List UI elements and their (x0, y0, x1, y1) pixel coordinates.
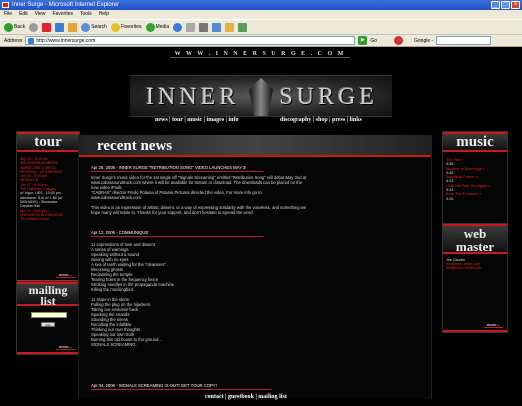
music-list: The Fall » 4:36 Monster in Sonoraga » 3:45 S… (446, 158, 506, 201)
top-nav-right[interactable]: discography | shop | press | links (280, 117, 362, 123)
tour-list: Sep 01 - 9:00 pm - SOUTHERN ALBERTA HARDCO… (20, 157, 76, 221)
address-value: http://www.innersurge.com (36, 38, 96, 44)
music-item: 3:26 (446, 196, 454, 201)
search-label: Search (91, 24, 107, 30)
news-post-2-body: 11 expressions of love and dissent A seri… (91, 242, 421, 347)
news-section: recent news Apr 28, 2006 - INNER SURGE "… (78, 135, 432, 399)
tour-panel: tour Sep 01 - 9:00 pm - SOUTHERN ALBERTA H… (16, 131, 80, 283)
bottom-nav[interactable]: contact | guestbook | mailing list (205, 394, 287, 400)
go-label[interactable]: Go (370, 38, 377, 44)
maximize-button[interactable]: □ (501, 1, 510, 9)
minimize-button[interactable]: _ (491, 1, 500, 9)
forward-arrow-icon[interactable] (29, 22, 39, 32)
refresh-icon[interactable] (55, 22, 65, 32)
menu-favorites[interactable]: Favorites (52, 10, 73, 19)
news-heading: recent news (79, 135, 431, 157)
edit-icon[interactable] (212, 22, 222, 32)
tour-heading: tour (17, 132, 79, 152)
mailing-list-panel: mailing list Join more... (16, 281, 80, 355)
news-line: SIGNALS SCREAMING. (91, 342, 137, 347)
search-icon (81, 22, 91, 32)
close-button[interactable]: × (511, 1, 520, 9)
mailing-heading: mailing list (17, 282, 79, 308)
menu-tools[interactable]: Tools (80, 10, 92, 19)
messenger-icon[interactable] (238, 22, 248, 32)
news-post-2-title[interactable]: Apr 12, 2006 - COMMUNIQUE: (91, 230, 263, 237)
menu-help[interactable]: Help (99, 10, 109, 19)
webmaster-panel: web master Joe Gaudet joe@inner-thrive.c… (442, 223, 508, 333)
back-arrow-icon (4, 22, 13, 32)
news-post-3-title[interactable]: Apr 04, 2006 - SIGNALS SCREAMING IS OUT!… (91, 383, 271, 390)
mailing-footer: more... (17, 344, 79, 354)
media-label: Media (155, 24, 170, 30)
menu-edit[interactable]: Edit (19, 10, 28, 19)
ie-window-icon (2, 2, 9, 8)
favorites-button[interactable]: Favorites (110, 22, 142, 32)
google-label: Google - (414, 37, 434, 44)
toolbar: Back Search Favorites Media (0, 19, 522, 34)
mail-icon[interactable] (186, 22, 196, 32)
address-bar: Address http://www.innersurge.com ▶ Go G… (0, 34, 522, 47)
tour-more-button[interactable]: more... (55, 272, 75, 278)
logo-inner: INNER (146, 84, 240, 110)
home-icon[interactable] (68, 22, 78, 32)
back-button[interactable]: Back (4, 22, 26, 32)
menu-view[interactable]: View (35, 10, 46, 19)
tour-item[interactable]: The Marble Room (20, 217, 76, 221)
logo-emblem-icon (249, 78, 273, 116)
address-input[interactable]: http://www.innersurge.com (25, 36, 356, 45)
music-heading: music (443, 132, 507, 152)
folder-icon[interactable] (225, 22, 235, 32)
go-arrow-icon[interactable]: ▶ (358, 36, 368, 45)
webmaster-email-2[interactable]: info@inner-thrive.com (446, 266, 481, 270)
search-button[interactable]: Search (81, 22, 107, 32)
print-icon[interactable] (199, 22, 209, 32)
google-search-input[interactable] (436, 36, 492, 45)
page-icon (28, 38, 35, 44)
page-content: W W W . I N N E R S U R G E . C O M INNE… (0, 47, 522, 406)
window-title: Inner Surge - Microsoft Internet Explore… (12, 2, 120, 8)
webmaster-contact: Joe Gaudet joe@inner-thrive.com info@inn… (446, 258, 481, 271)
media-icon (145, 22, 155, 32)
links-icon[interactable] (394, 36, 404, 45)
window-title-bar: Inner Surge - Microsoft Internet Explore… (0, 0, 522, 10)
history-icon[interactable] (173, 22, 183, 32)
news-post-1-title[interactable]: Apr 28, 2006 - INNER SURGE "RETRIBUTION … (91, 165, 263, 172)
menu-bar: File Edit View Favorites Tools Help (0, 10, 522, 19)
news-post-1-body: Inner Surge's music video for the 1st si… (91, 175, 421, 215)
address-label: Address (4, 37, 23, 44)
news-line: hope many will relate to. Thanks for you… (91, 210, 254, 215)
back-label: Back (14, 24, 26, 30)
logo-surge: SURGE (279, 84, 378, 110)
favorites-star-icon (110, 22, 120, 32)
mailing-email-input[interactable] (31, 312, 67, 318)
webmaster-more-button[interactable]: more... (483, 322, 503, 328)
media-button[interactable]: Media (145, 22, 170, 32)
site-url-banner: W W W . I N N E R S U R G E . C O M (170, 51, 350, 58)
webmaster-footer: more... (443, 322, 507, 332)
site-logo[interactable]: INNER SURGE (130, 75, 392, 117)
stop-icon[interactable] (42, 22, 52, 32)
mailing-more-button[interactable]: more... (55, 344, 75, 350)
webmaster-heading-line2: master (455, 239, 495, 254)
favorites-label: Favorites (120, 24, 142, 30)
mailing-heading-line2: list (40, 294, 56, 308)
mailing-join-button[interactable]: Join (41, 322, 55, 327)
top-nav-left[interactable]: news | tour | music | images | info (155, 117, 239, 123)
window-controls: _ □ × (491, 1, 520, 9)
menu-file[interactable]: File (4, 10, 12, 19)
webmaster-heading: web master (443, 224, 507, 254)
